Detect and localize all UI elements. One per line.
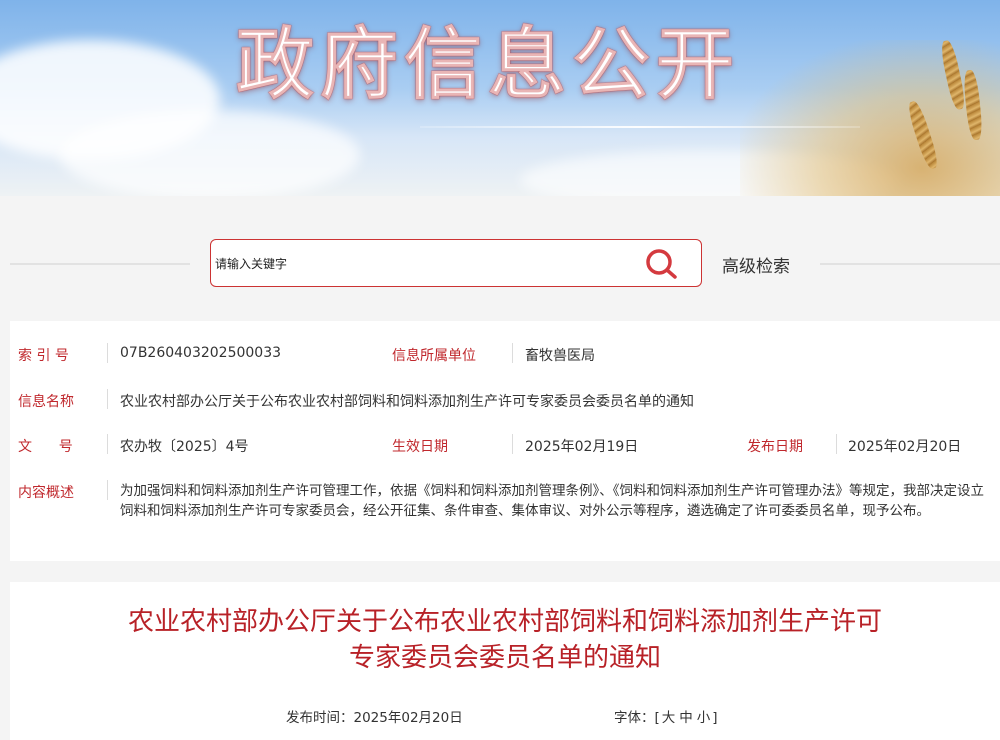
index-label: 索 引 号 [18, 348, 69, 364]
font-medium-button[interactable]: 中 [679, 710, 693, 726]
banner-divider [420, 126, 860, 128]
font-size-switcher: 字体：[大中小] [614, 706, 718, 726]
doc-number-label: 文 号 [18, 439, 73, 455]
font-size-label: 字体： [614, 710, 655, 726]
info-name-value: 农业农村部办公厅关于公布农业农村部饲料和饲料添加剂生产许可专家委员会委员名单的通… [120, 394, 694, 410]
article: 农业农村部办公厅关于公布农业农村部饲料和饲料添加剂生产许可 专家委员会委员名单的… [10, 582, 1000, 740]
search-left-divider [10, 263, 190, 265]
index-value: 07B260403202500033 [120, 345, 282, 361]
advanced-search-link[interactable]: 高级检索 [722, 252, 790, 277]
summary-text: 为加强饲料和饲料添加剂生产许可管理工作，依据《饲料和饲料添加剂管理条例》、《饲料… [120, 483, 984, 519]
article-title: 农业农村部办公厅关于公布农业农村部饲料和饲料添加剂生产许可 专家委员会委员名单的… [10, 604, 1000, 676]
font-small-button[interactable]: 小 [697, 710, 711, 726]
search-right-divider [820, 263, 1000, 265]
field-separator [107, 343, 108, 363]
field-separator [107, 389, 108, 409]
effective-date-value: 2025年02月19日 [525, 439, 639, 455]
unit-value: 畜牧兽医局 [525, 348, 595, 364]
info-panel: 索 引 号 07B260403202500033 信息所属单位 畜牧兽医局 信息… [10, 321, 1000, 561]
field-separator [107, 434, 108, 454]
unit-label: 信息所属单位 [392, 348, 476, 364]
field-separator [836, 434, 837, 454]
summary-label: 内容概述 [18, 485, 74, 501]
publish-date-value: 2025年02月20日 [848, 439, 962, 455]
doc-number-value: 农办牧〔2025〕4号 [120, 439, 249, 455]
font-bracket-close: ] [712, 710, 718, 726]
search-box [210, 239, 702, 287]
field-separator [107, 480, 108, 500]
font-large-button[interactable]: 大 [662, 710, 676, 726]
field-separator [512, 343, 513, 363]
article-title-line: 农业农村部办公厅关于公布农业农村部饲料和饲料添加剂生产许可 [127, 607, 882, 637]
wheat-field-image [740, 40, 1000, 196]
banner-title: 政府信息公开 [235, 19, 741, 111]
article-title-line: 专家委员会委员名单的通知 [348, 643, 661, 673]
search-input[interactable] [213, 250, 637, 278]
info-name-label: 信息名称 [18, 394, 74, 410]
publish-time: 发布时间：2025年02月20日 [286, 710, 463, 726]
search-icon[interactable] [644, 248, 680, 280]
publish-date-label: 发布日期 [747, 439, 803, 455]
banner: 政府信息公开 [0, 0, 1000, 196]
effective-date-label: 生效日期 [392, 439, 448, 455]
field-separator [512, 434, 513, 454]
font-bracket-open: [ [654, 710, 660, 726]
